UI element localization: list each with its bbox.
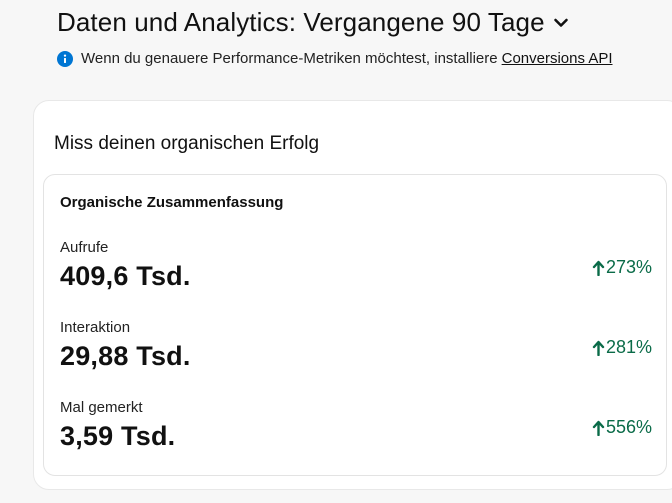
date-range-selector[interactable]: Daten und Analytics: Vergangene 90 Tage [57,7,570,38]
metric-change: 281% [592,337,652,358]
arrow-up-icon [592,260,605,276]
summary-title: Organische Zusammenfassung [60,194,284,211]
metric-label: Aufrufe [60,239,109,256]
metric-change-value: 281% [605,337,652,357]
metric-label: Interaktion [60,319,131,336]
metric-saves: Mal gemerkt 3,59 Tsd. 556% [60,399,652,469]
metric-value: 409,6 Tsd. [60,261,191,291]
metric-change-value: 556% [605,417,652,437]
metric-change-value: 273% [605,257,652,277]
metric-change: 273% [592,257,652,278]
conversions-api-link[interactable]: Conversions API [502,50,613,67]
page-title: Daten und Analytics: Vergangene 90 Tage [57,7,545,37]
page: Daten und Analytics: Vergangene 90 Tage … [0,0,672,503]
arrow-up-icon [592,340,605,356]
card-title: Miss deinen organischen Erfolg [54,133,320,154]
organic-summary-panel: Organische Zusammenfassung Aufrufe 409,6… [43,174,667,476]
info-icon [57,50,73,67]
metric-value: 29,88 Tsd. [60,341,191,371]
metric-views: Aufrufe 409,6 Tsd. 273% [60,239,652,309]
chevron-down-icon [553,18,568,27]
metric-change: 556% [592,417,652,438]
info-banner: Wenn du genauere Performance-Metriken mö… [57,50,613,67]
info-text: Wenn du genauere Performance-Metriken mö… [81,50,498,67]
organic-success-card: Miss deinen organischen Erfolg Organisch… [33,100,672,490]
metric-engagement: Interaktion 29,88 Tsd. 281% [60,319,652,389]
arrow-up-icon [592,420,605,436]
metric-label: Mal gemerkt [60,399,143,416]
metric-value: 3,59 Tsd. [60,421,176,451]
